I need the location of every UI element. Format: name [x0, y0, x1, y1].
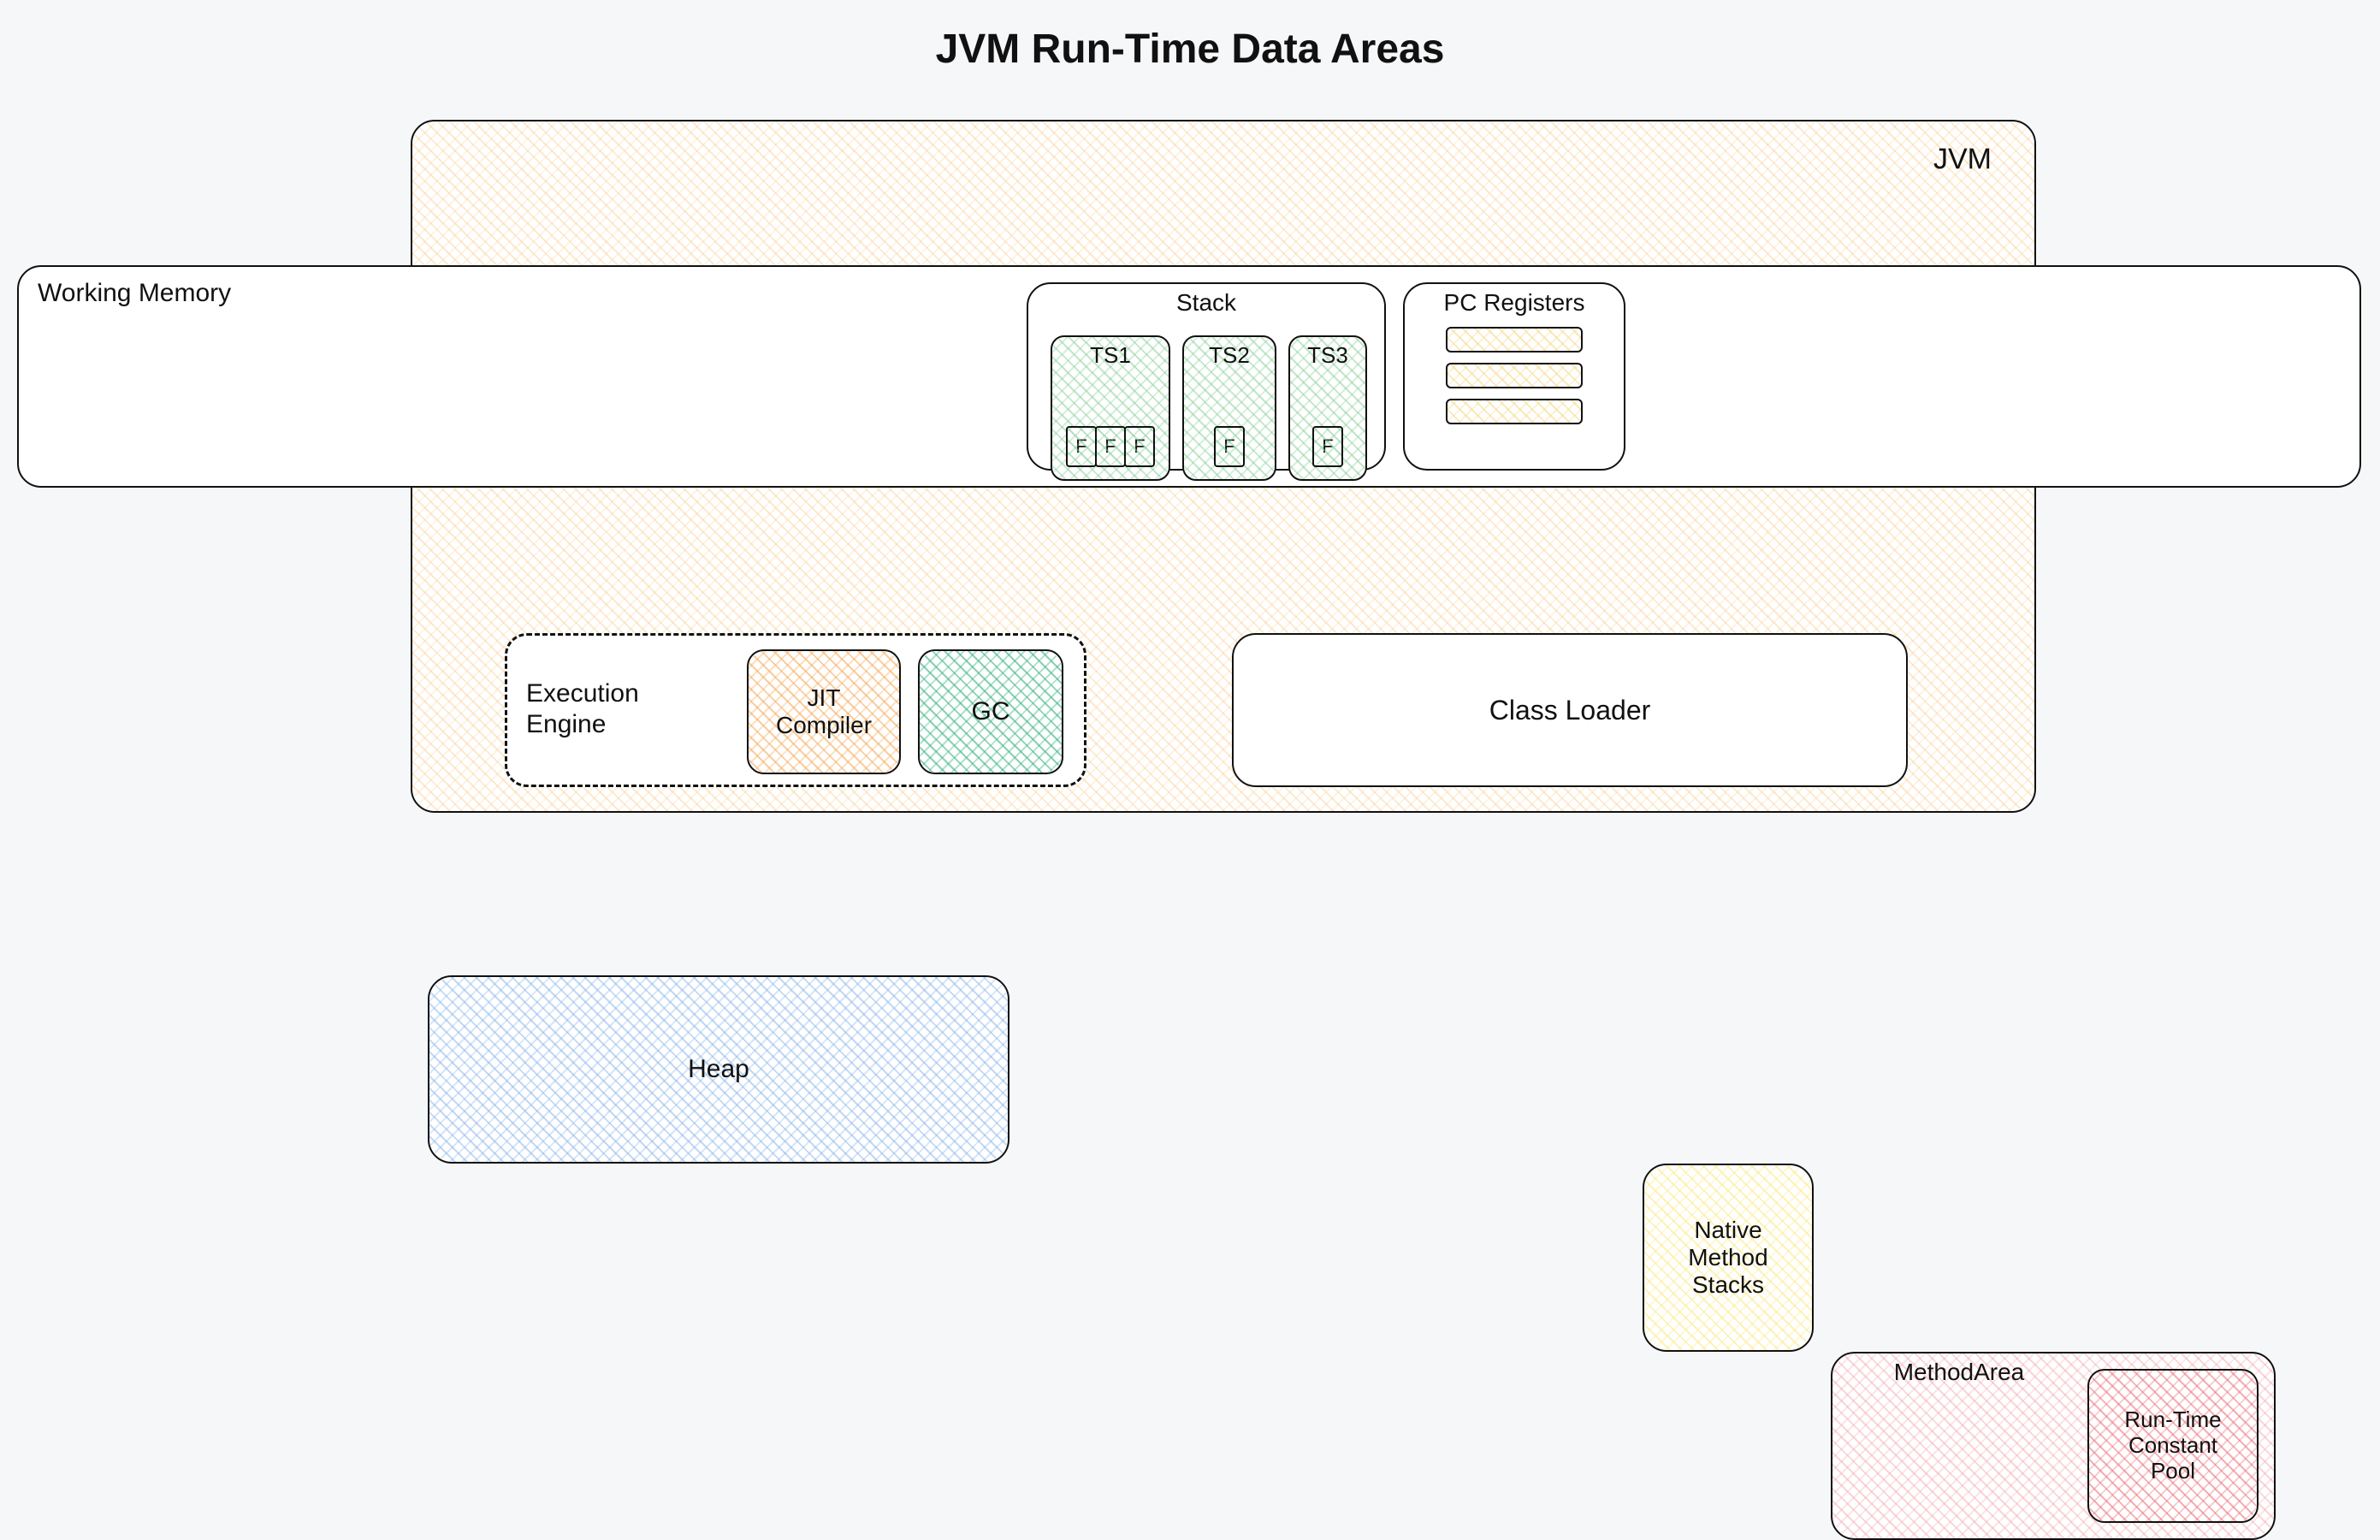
- pc-registers-label: PC Registers: [1405, 289, 1624, 317]
- gc-label: GC: [972, 697, 1010, 726]
- pc-registers-box: PC Registers: [1403, 282, 1625, 471]
- class-loader-box: Class Loader: [1232, 633, 1908, 787]
- thread-stack-1-label: TS1: [1052, 342, 1169, 369]
- runtime-constant-pool-box: Run-Time Constant Pool: [2087, 1369, 2259, 1523]
- execution-engine-box: Execution Engine JIT Compiler GC: [505, 633, 1086, 787]
- thread-stack-3: TS3 F: [1288, 335, 1367, 481]
- diagram-title: JVM Run-Time Data Areas: [0, 26, 2380, 73]
- thread-stack-2-label: TS2: [1184, 342, 1275, 369]
- thread-stack-2-frames: F: [1184, 426, 1275, 467]
- jit-compiler-label: JIT Compiler: [776, 684, 872, 739]
- thread-stack-2: TS2 F: [1182, 335, 1276, 481]
- thread-stack-3-label: TS3: [1290, 342, 1365, 369]
- stack-frame: F: [1214, 426, 1245, 467]
- thread-stack-3-frames: F: [1290, 426, 1365, 467]
- native-method-stacks-box: Native Method Stacks: [1643, 1164, 1814, 1352]
- runtime-constant-pool-label: Run-Time Constant Pool: [2124, 1407, 2221, 1484]
- stack-frame: F: [1066, 426, 1097, 467]
- stack-frame: F: [1124, 426, 1155, 467]
- thread-stack-1-frames: F F F: [1052, 426, 1169, 467]
- thread-stack-1: TS1 F F F: [1051, 335, 1170, 481]
- method-area-label: MethodArea: [1832, 1359, 2086, 1386]
- heap-label: Heap: [688, 1055, 749, 1084]
- gc-box: GC: [918, 649, 1063, 774]
- stack-frame: F: [1312, 426, 1343, 467]
- working-memory-label: Working Memory: [38, 279, 231, 308]
- class-loader-label: Class Loader: [1489, 695, 1651, 726]
- native-method-stacks-label: Native Method Stacks: [1688, 1217, 1767, 1300]
- method-area-box: MethodArea Run-Time Constant Pool: [1831, 1352, 2276, 1540]
- jit-compiler-box: JIT Compiler: [747, 649, 901, 774]
- execution-engine-label: Execution Engine: [526, 678, 639, 740]
- diagram-canvas: JVM Run-Time Data Areas JVM Working Memo…: [0, 0, 2380, 862]
- pc-register-row: [1446, 399, 1583, 424]
- heap-box: Heap: [428, 975, 1009, 1164]
- stack-label: Stack: [1028, 289, 1384, 317]
- pc-register-row: [1446, 327, 1583, 352]
- stack-box: Stack TS1 F F F TS2 F TS3 F: [1027, 282, 1386, 471]
- pc-register-row: [1446, 363, 1583, 388]
- jvm-label: JVM: [1933, 143, 1992, 176]
- stack-frame: F: [1095, 426, 1126, 467]
